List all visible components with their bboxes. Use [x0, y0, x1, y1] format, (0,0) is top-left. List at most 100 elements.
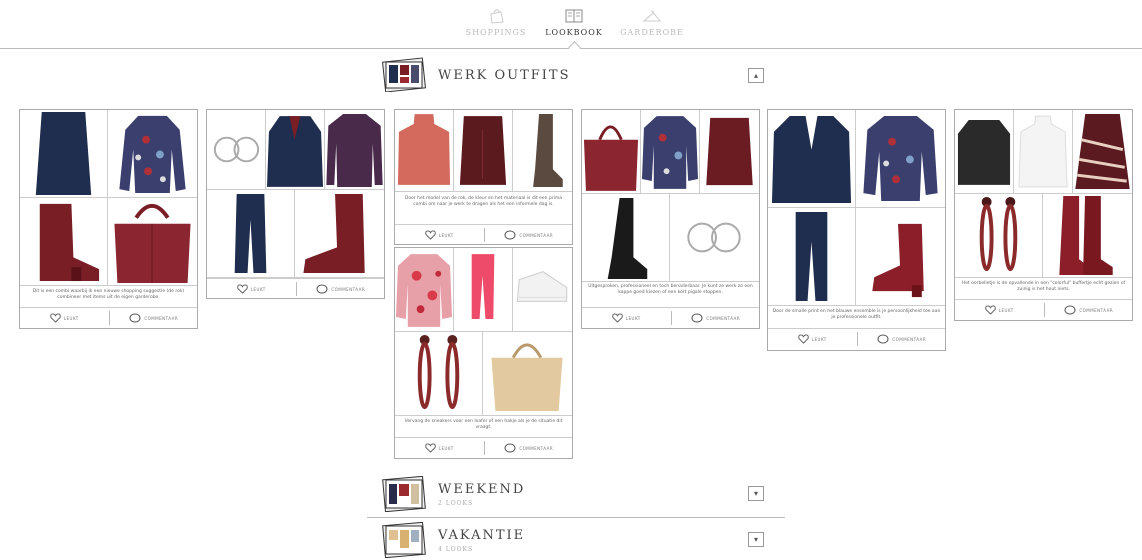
- comment-bubble-icon: [504, 443, 516, 453]
- comment-label: COMMENTAAR: [331, 286, 366, 292]
- item-blazer-image[interactable]: [266, 110, 325, 190]
- like-button[interactable]: LEUKT: [768, 329, 857, 349]
- item-floral-blouse-image[interactable]: [395, 248, 454, 332]
- heart-icon: [425, 443, 436, 453]
- heart-icon: [425, 230, 436, 240]
- outfit-caption: Door de smalle print en het blauwe ensem…: [772, 309, 941, 320]
- lookbook-icon: [565, 9, 583, 23]
- section-title: WEEKEND: [438, 482, 526, 497]
- tab-shoppings[interactable]: SHOPPINGS: [456, 8, 536, 37]
- hanger-icon: [642, 10, 662, 22]
- like-label: LEUKT: [250, 286, 266, 292]
- item-earrings-image[interactable]: [670, 194, 759, 282]
- item-sneakers-image[interactable]: [513, 248, 572, 332]
- tab-lookbook-label: LOOKBOOK: [545, 28, 603, 37]
- outfit-card: Uitgesproken, professioneel en toch bena…: [581, 109, 760, 329]
- outfit-actions: LEUKT COMMENTAAR: [395, 224, 572, 245]
- like-button[interactable]: LEUKT: [395, 438, 484, 458]
- item-leather-jacket-image[interactable]: [955, 110, 1014, 194]
- item-ankle-boots-image[interactable]: [295, 190, 384, 278]
- comment-bubble-icon: [129, 313, 141, 323]
- collapse-button[interactable]: ▴: [748, 68, 764, 83]
- item-drop-earrings-image[interactable]: [955, 194, 1043, 278]
- tab-lookbook[interactable]: LOOKBOOK: [534, 8, 614, 37]
- like-button[interactable]: LEUKT: [207, 279, 296, 299]
- heart-icon: [50, 313, 61, 323]
- comment-bubble-icon: [1064, 305, 1076, 315]
- comment-button[interactable]: COMMENTAAR: [670, 311, 761, 325]
- section-weekend[interactable]: WEEKEND 2 LOOKS ▾: [380, 476, 785, 516]
- comment-button[interactable]: COMMENTAAR: [295, 282, 386, 296]
- comment-button[interactable]: COMMENTAAR: [1043, 303, 1134, 317]
- shopping-bag-icon: [490, 9, 504, 24]
- outfit-card: Door de smalle print en het blauwe ensem…: [767, 109, 946, 351]
- like-button[interactable]: LEUKT: [955, 300, 1044, 320]
- section-subtitle: 2 LOOKS: [438, 500, 474, 507]
- like-button[interactable]: LEUKT: [20, 308, 109, 328]
- like-label: LEUKT: [998, 307, 1014, 313]
- item-skirt-image[interactable]: [20, 110, 108, 198]
- item-blouse-image[interactable]: [108, 110, 197, 198]
- expand-button[interactable]: ▾: [748, 532, 764, 547]
- comment-button[interactable]: COMMENTAAR: [108, 311, 199, 325]
- like-label: LEUKT: [625, 315, 641, 321]
- heart-icon: [985, 305, 996, 315]
- item-sweater-image[interactable]: [325, 110, 384, 190]
- outfit-caption: Vervang de sneakers voor een loafer of e…: [404, 419, 563, 430]
- comment-bubble-icon: [504, 230, 516, 240]
- item-trousers-image[interactable]: [768, 208, 856, 306]
- comment-button[interactable]: COMMENTAAR: [483, 228, 574, 242]
- item-earrings-image[interactable]: [207, 110, 266, 190]
- item-leather-skirt-image[interactable]: [700, 110, 759, 194]
- item-tote-bag-image[interactable]: [483, 332, 572, 416]
- outfit-card: Het oorbelletje is de opvallende in een …: [954, 109, 1133, 321]
- comment-label: COMMENTAAR: [144, 315, 179, 321]
- item-ankle-boots-image[interactable]: [856, 208, 945, 306]
- outfit-actions: LEUKT COMMENTAAR: [207, 278, 384, 299]
- comment-label: COMMENTAAR: [706, 315, 741, 321]
- comment-button[interactable]: COMMENTAAR: [856, 332, 947, 346]
- heart-icon: [612, 313, 623, 323]
- heart-icon: [237, 284, 248, 294]
- item-pleated-skirt-image[interactable]: [1073, 110, 1132, 194]
- outfit-caption: Door het model van de rok, de kleur en h…: [404, 196, 563, 207]
- like-button[interactable]: LEUKT: [395, 225, 484, 245]
- comment-label: COMMENTAAR: [1079, 307, 1114, 313]
- comment-bubble-icon: [691, 313, 703, 323]
- like-label: LEUKT: [811, 336, 827, 342]
- comment-button[interactable]: COMMENTAAR: [483, 441, 574, 455]
- section-title: WERK OUTFITS: [438, 68, 571, 83]
- tab-garderobe-label: GARDEROBE: [620, 28, 684, 37]
- item-tall-boot-image[interactable]: [513, 110, 572, 192]
- item-blazer-image[interactable]: [768, 110, 856, 208]
- outfit-card: Dit is een combi waarbij ik een nieuwe s…: [19, 109, 198, 329]
- item-drop-earrings-image[interactable]: [395, 332, 483, 416]
- expand-button[interactable]: ▾: [748, 486, 764, 501]
- like-label: LEUKT: [63, 315, 79, 321]
- item-tall-boots-image[interactable]: [1043, 194, 1132, 278]
- item-turtleneck-image[interactable]: [395, 110, 454, 192]
- outfit-card: Vervang de sneakers voor een loafer of e…: [394, 247, 573, 459]
- comment-bubble-icon: [877, 334, 889, 344]
- outfit-caption: Dit is een combi waarbij ik een nieuwe s…: [32, 289, 185, 300]
- item-ankle-boots-image[interactable]: [20, 198, 108, 286]
- section-vakantie[interactable]: VAKANTIE 4 LOOKS ▾: [380, 522, 785, 560]
- outfit-card: LEUKT COMMENTAAR: [206, 109, 385, 299]
- item-trousers-image[interactable]: [207, 190, 295, 278]
- like-label: LEUKT: [438, 445, 454, 451]
- item-leather-skirt-image[interactable]: [454, 110, 513, 192]
- item-handbag-image[interactable]: [582, 110, 641, 194]
- section-thumbnail: [381, 57, 427, 92]
- item-pink-trousers-image[interactable]: [454, 248, 513, 332]
- section-title: VAKANTIE: [438, 528, 526, 543]
- outfit-caption: Uitgesproken, professioneel en toch bena…: [588, 284, 753, 295]
- item-handbag-image[interactable]: [108, 198, 197, 286]
- comment-label: COMMENTAAR: [519, 445, 554, 451]
- item-white-turtleneck-image[interactable]: [1014, 110, 1073, 194]
- tab-garderobe[interactable]: GARDEROBE: [612, 8, 692, 37]
- item-tall-boots-image[interactable]: [582, 194, 670, 282]
- item-blouse-image[interactable]: [856, 110, 945, 208]
- item-blouse-image[interactable]: [641, 110, 700, 194]
- like-button[interactable]: LEUKT: [582, 308, 671, 328]
- outfit-actions: LEUKT COMMENTAAR: [955, 299, 1132, 320]
